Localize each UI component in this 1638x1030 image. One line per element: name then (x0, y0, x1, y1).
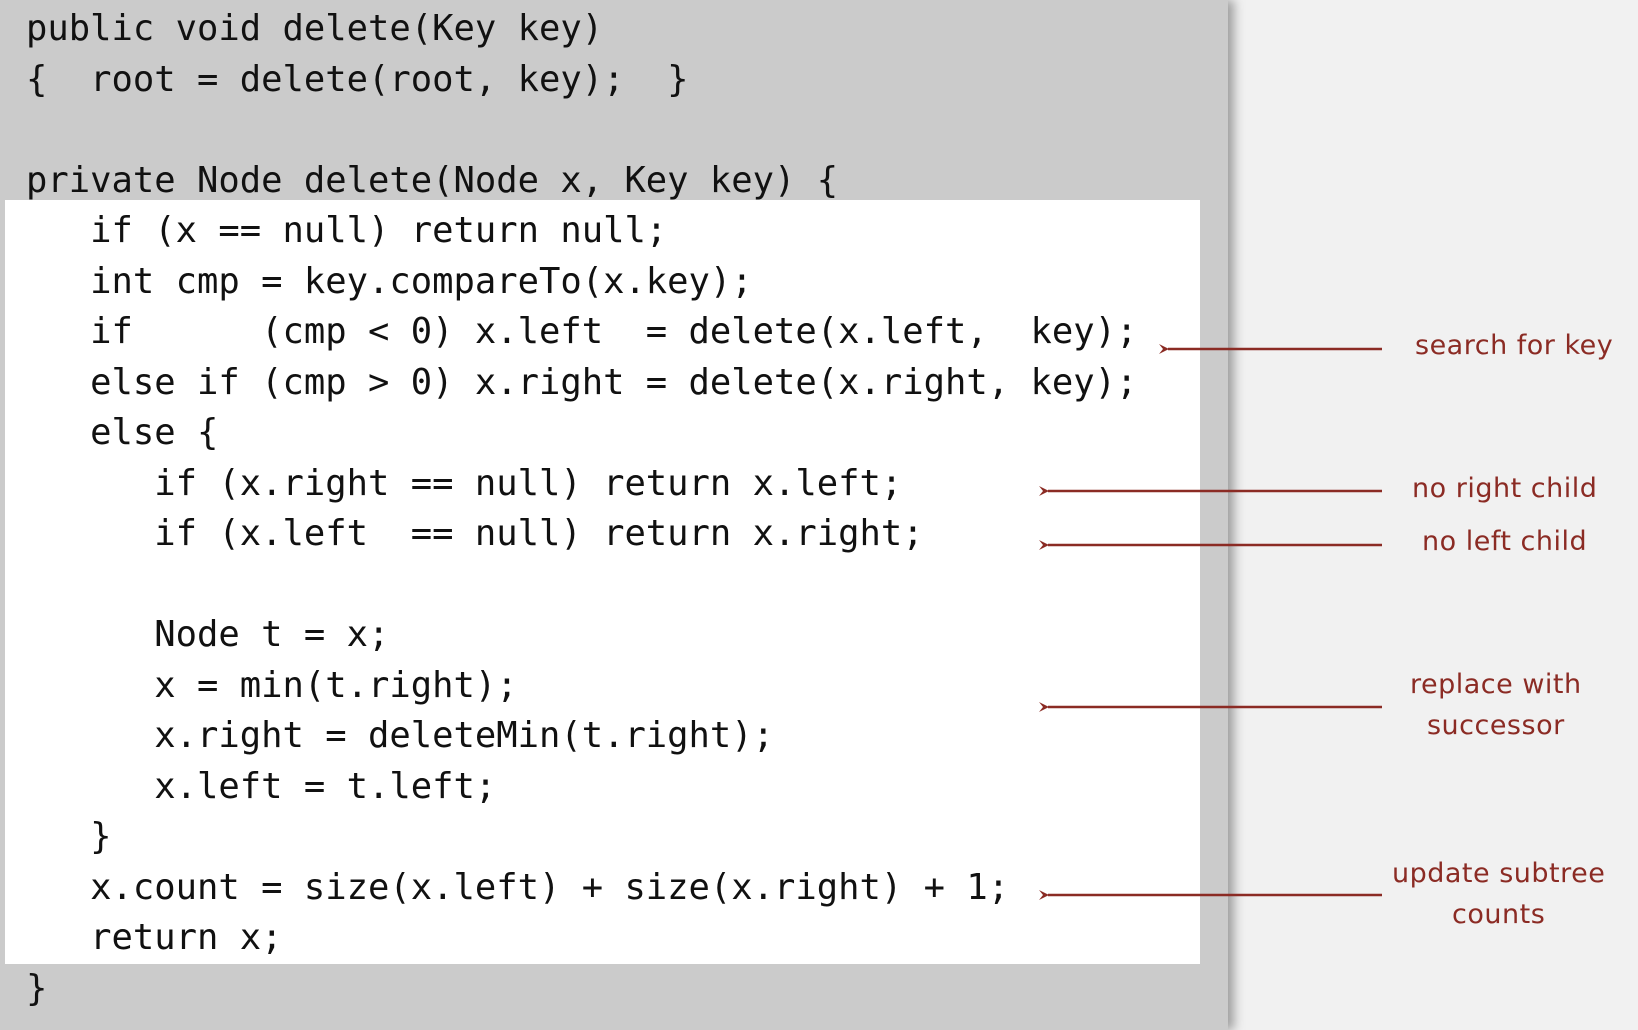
no-left-note-line: no left child (1422, 526, 1588, 557)
no-left-child-note: no left child (1422, 521, 1587, 562)
successor-note-line-1: replace with (1410, 669, 1582, 700)
no-right-child-note: no right child (1412, 468, 1597, 509)
counts-note-line-2: counts (1452, 899, 1546, 930)
update-subtree-counts-note: update subtree counts (1392, 853, 1605, 935)
search-for-key-note: search for key (1415, 325, 1613, 366)
replace-with-successor-note: replace with successor (1410, 664, 1582, 746)
successor-note-line-2: successor (1426, 710, 1565, 741)
counts-note-line-1: update subtree (1392, 858, 1606, 889)
no-right-note-line: no right child (1412, 473, 1598, 504)
search-note-line: search for key (1415, 330, 1614, 361)
